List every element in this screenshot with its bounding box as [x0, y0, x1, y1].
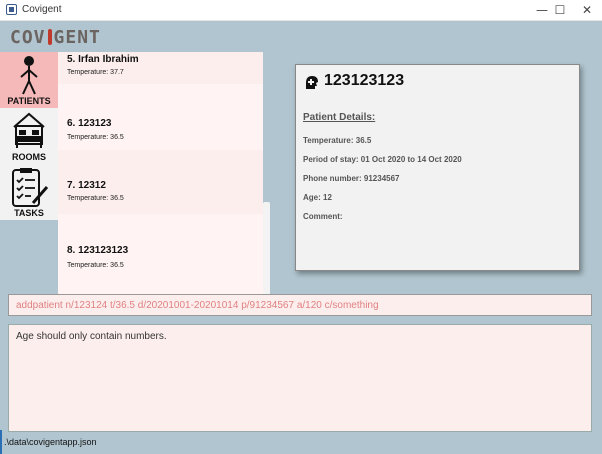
- command-input[interactable]: addpatient n/123124 t/36.5 d/20201001-20…: [8, 294, 592, 316]
- patient-name: 8. 123123123: [67, 245, 129, 256]
- patient-temperature: Temperature: 36.5: [67, 262, 124, 269]
- patient-name: 7. 12312: [67, 180, 106, 191]
- nav-tasks-label: TASKS: [14, 208, 44, 218]
- bedroom-icon: [13, 112, 45, 148]
- detail-period-of-stay: Period of stay: 01 Oct 2020 to 14 Oct 20…: [303, 155, 462, 164]
- nav-tasks-tab[interactable]: TASKS: [0, 164, 58, 220]
- patient-temperature: Temperature: 37.7: [67, 69, 124, 76]
- status-bar-path: .\data\covigentapp.json: [4, 437, 97, 447]
- sidebar: PATIENTS ROOMS TASKS: [0, 52, 58, 220]
- patient-temperature: Temperature: 36.5: [67, 195, 124, 202]
- nav-patients-label: PATIENTS: [7, 96, 51, 106]
- nav-rooms-tab[interactable]: ROOMS: [0, 108, 58, 164]
- scrollbar-thumb[interactable]: [263, 202, 270, 307]
- app-window-icon: [6, 4, 17, 15]
- detail-comment: Comment:: [303, 212, 343, 221]
- patient-details-heading: Patient Details:: [303, 112, 376, 123]
- detail-phone-number: Phone number: 91234567: [303, 174, 400, 183]
- logo-text-left: COV: [10, 27, 46, 48]
- maximize-button[interactable]: ☐: [545, 0, 575, 20]
- desktop-edge: [0, 430, 2, 454]
- patient-list-item[interactable]: 6. 123123 Temperature: 36.5: [58, 84, 263, 150]
- patient-list-item[interactable]: 7. 12312 Temperature: 36.5: [58, 150, 263, 214]
- patient-list[interactable]: 5. Irfan Ibrahim Temperature: 37.7 6. 12…: [58, 52, 263, 309]
- window-title: Covigent: [22, 4, 62, 15]
- patient-name: 6. 123123: [67, 118, 112, 129]
- detail-age: Age: 12: [303, 193, 332, 202]
- close-button[interactable]: ✕: [572, 0, 602, 20]
- patient-detail-title: 123123123: [324, 72, 405, 89]
- app-body: COV GENT PATIENTS ROOMS TASKS 5. Irfan I…: [0, 21, 602, 454]
- patient-temperature: Temperature: 36.5: [67, 134, 124, 141]
- nav-rooms-label: ROOMS: [11, 152, 46, 162]
- detail-temperature: Temperature: 36.5: [303, 136, 372, 145]
- logo-text-right: GENT: [53, 27, 101, 48]
- window-titlebar[interactable]: Covigent — ☐ ✕: [0, 0, 602, 21]
- app-logo: COV GENT: [10, 27, 101, 48]
- result-message: Age should only contain numbers.: [16, 331, 167, 342]
- patient-head-icon: [306, 76, 318, 89]
- patient-list-scrollbar[interactable]: [263, 52, 271, 309]
- patient-detail-card: 123123123 Patient Details: Temperature: …: [295, 64, 580, 271]
- clipboard-checklist-icon: [12, 168, 49, 207]
- command-input-text: addpatient n/123124 t/36.5 d/20201001-20…: [16, 300, 379, 311]
- nav-patients-tab[interactable]: PATIENTS: [0, 52, 58, 108]
- result-display: Age should only contain numbers.: [8, 324, 592, 432]
- stick-figure-icon: [20, 56, 38, 95]
- thermometer-icon: [47, 29, 52, 45]
- patient-name: 5. Irfan Ibrahim: [67, 54, 139, 65]
